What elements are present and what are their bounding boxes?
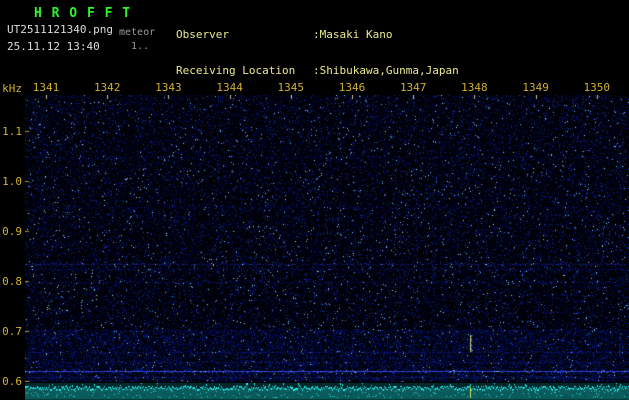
hrofft-window: H R O F F T UT2511121340.png meteor 25.1…: [0, 0, 629, 400]
time-tick-label: 1349: [522, 81, 549, 94]
frequency-tick-label: 1.0: [2, 175, 22, 188]
time-tick-label: 1343: [155, 81, 182, 94]
signal-level-strip-canvas: [25, 383, 629, 400]
time-tick-label: 1345: [277, 81, 305, 94]
time-tick-label: 1346: [338, 81, 366, 94]
time-tick-label: 1344: [216, 81, 243, 94]
time-tick-label: 1341: [32, 81, 60, 94]
info-row-location: Receiving Location :Shibukawa,Gunma,Japa…: [176, 65, 545, 77]
observation-datetime: 25.11.12 13:40: [7, 40, 100, 53]
app-title: H R O F F T: [34, 6, 132, 21]
output-filename: UT2511121340.png: [7, 23, 113, 36]
info-row-observer: Observer :Masaki Kano: [176, 29, 545, 41]
info-label: Receiving Location: [176, 64, 296, 77]
info-value: :Masaki Kano: [313, 28, 393, 41]
info-label: Observer: [176, 28, 229, 41]
time-tick-label: 1348: [461, 81, 488, 94]
frequency-tick-label: 0.7: [2, 325, 22, 338]
time-tick-label: 1342: [93, 81, 121, 94]
time-tick-label: 1350: [583, 81, 611, 94]
echo-counter: 1..: [131, 41, 150, 52]
frequency-tick-label: 0.6: [2, 375, 22, 388]
frequency-tick-label: 1.1: [2, 125, 22, 138]
frequency-tick-label: 0.9: [2, 225, 22, 238]
time-tick-label: 1347: [399, 81, 427, 94]
time-axis: 1341 1342 1343 1344 1345 1346 1347 1348 1349 1350: [0, 81, 629, 94]
frequency-tick-label: 0.8: [2, 275, 22, 288]
info-value: :Shibukawa,Gunma,Japan: [313, 64, 459, 77]
spectrogram-canvas: [25, 95, 629, 382]
observation-mode-label: meteor: [119, 27, 156, 38]
